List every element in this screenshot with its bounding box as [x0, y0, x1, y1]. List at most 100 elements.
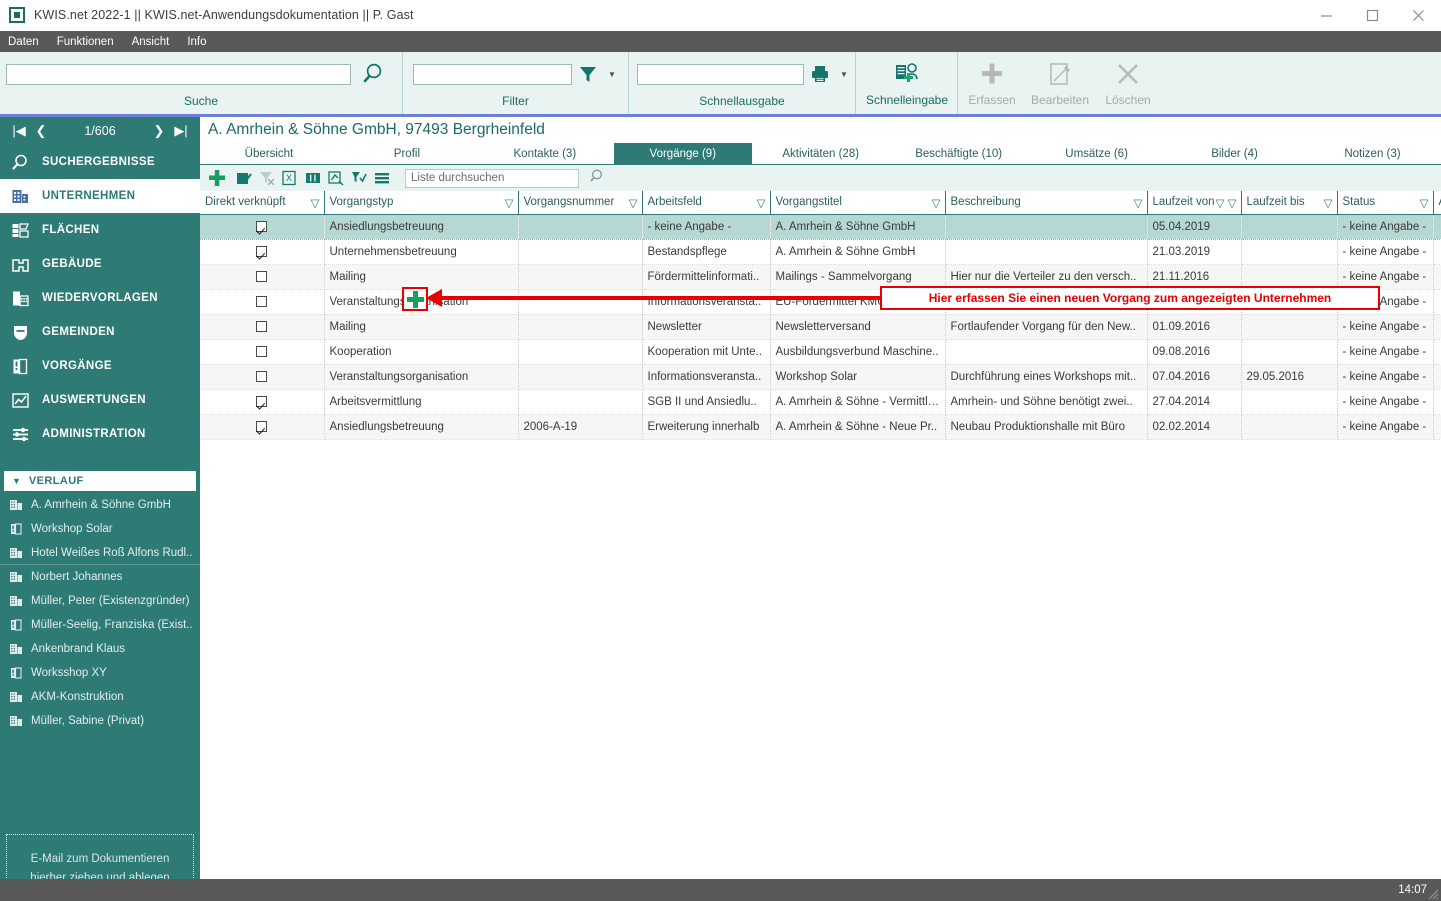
- tab-beschaeftigte[interactable]: Beschäftigte (10): [890, 143, 1028, 164]
- table-row[interactable]: Kooperation Kooperation mit Unte.. Ausbi…: [200, 339, 1441, 365]
- col-direkt-verknuepft[interactable]: Direkt verknüpft ▽: [200, 191, 325, 215]
- erfassen-button[interactable]: Erfassen: [958, 52, 1026, 107]
- list-item[interactable]: Worksshop XY: [0, 661, 200, 685]
- filter-funnel-icon[interactable]: ▽: [629, 196, 638, 210]
- list-item[interactable]: Müller, Sabine (Privat): [0, 709, 200, 733]
- tab-bilder[interactable]: Bilder (4): [1166, 143, 1304, 164]
- row-checkbox[interactable]: [256, 220, 268, 232]
- tab-uebersicht[interactable]: Übersicht: [200, 143, 338, 164]
- next-page-icon[interactable]: ❯: [148, 123, 170, 139]
- resize-grip-icon[interactable]: [1425, 886, 1439, 900]
- clear-filter-icon[interactable]: [257, 169, 276, 188]
- quick-output-input[interactable]: [637, 63, 804, 85]
- tab-notizen[interactable]: Notizen (3): [1304, 143, 1441, 164]
- table-row[interactable]: Arbeitsvermittlung SGB II und Ansiedlu..…: [200, 389, 1441, 415]
- menu-item-info[interactable]: Info: [187, 36, 206, 48]
- menu-item-funktionen[interactable]: Funktionen: [57, 36, 114, 48]
- row-checkbox[interactable]: [256, 395, 268, 407]
- col-overflow[interactable]: A: [1433, 191, 1441, 215]
- list-item[interactable]: Müller, Peter (Existenzgründer): [0, 589, 200, 613]
- export-excel-icon[interactable]: X: [280, 169, 299, 188]
- col-vorgangsnummer[interactable]: Vorgangsnummer ▽: [518, 191, 643, 215]
- filter-funnel-icon[interactable]: ▽: [1228, 196, 1237, 210]
- list-item[interactable]: Workshop Solar: [0, 517, 200, 541]
- table-row[interactable]: Unternehmensbetreuung Bestandspflege A. …: [200, 239, 1441, 265]
- filter-funnel-icon[interactable]: ▽: [1134, 196, 1143, 210]
- col-vorgangstyp[interactable]: Vorgangstyp ▽: [324, 191, 519, 215]
- cell-direkt-verknuepft[interactable]: [200, 389, 325, 415]
- sidebar-item-unternehmen[interactable]: UNTERNEHMEN: [0, 179, 200, 213]
- row-checkbox[interactable]: [256, 345, 268, 357]
- cell-direkt-verknuepft[interactable]: [200, 214, 325, 240]
- loeschen-button[interactable]: Löschen: [1094, 52, 1162, 107]
- sidebar-item-flaechen[interactable]: FLÄCHEN: [0, 213, 200, 247]
- list-view-icon[interactable]: [372, 169, 391, 188]
- row-checkbox[interactable]: [256, 270, 268, 282]
- list-item[interactable]: AKM-Konstruktion: [0, 685, 200, 709]
- columns-icon[interactable]: [303, 169, 322, 188]
- close-icon[interactable]: [1395, 0, 1441, 31]
- sidebar-item-wiedervorlagen[interactable]: WIEDERVORLAGEN: [0, 281, 200, 315]
- sidebar-item-gebaeude[interactable]: GEBÄUDE: [0, 247, 200, 281]
- last-page-icon[interactable]: ▶|: [170, 123, 192, 139]
- sidebar-item-gemeinden[interactable]: GEMEINDEN: [0, 315, 200, 349]
- maximize-icon[interactable]: [1349, 0, 1395, 31]
- row-checkbox[interactable]: [256, 245, 268, 257]
- col-beschreibung[interactable]: Beschreibung ▽: [945, 191, 1148, 215]
- menu-item-daten[interactable]: Daten: [8, 36, 39, 48]
- list-item[interactable]: A. Amrhein & Söhne GmbH: [0, 493, 200, 517]
- list-item[interactable]: Müller-Seelig, Franziska (Exist..: [0, 613, 200, 637]
- magnifier-icon[interactable]: [589, 168, 605, 189]
- cell-direkt-verknuepft[interactable]: [200, 264, 325, 290]
- cell-direkt-verknuepft[interactable]: [200, 289, 325, 315]
- col-laufzeit-von[interactable]: Laufzeit von ▽ ▽: [1147, 191, 1242, 215]
- sidebar-item-vorgaenge[interactable]: VORGÄNGE: [0, 349, 200, 383]
- col-laufzeit-bis[interactable]: Laufzeit bis ▽: [1241, 191, 1338, 215]
- filter-funnel-icon[interactable]: ▽: [1324, 196, 1333, 210]
- search-icon[interactable]: [351, 61, 395, 87]
- search-input[interactable]: [6, 63, 351, 85]
- list-search-input[interactable]: Liste durchsuchen: [405, 168, 579, 188]
- menu-item-ansicht[interactable]: Ansicht: [132, 36, 170, 48]
- bearbeiten-button[interactable]: Bearbeiten: [1026, 52, 1094, 107]
- tab-kontakte[interactable]: Kontakte (3): [476, 143, 614, 164]
- col-vorgangstitel[interactable]: Vorgangstitel ▽: [770, 191, 946, 215]
- print-dropdown-caret-icon[interactable]: ▼: [836, 70, 852, 79]
- tab-umsaetze[interactable]: Umsätze (6): [1028, 143, 1166, 164]
- cell-direkt-verknuepft[interactable]: [200, 314, 325, 340]
- edit-record-icon[interactable]: [234, 169, 253, 188]
- expand-icon[interactable]: [326, 169, 345, 188]
- list-item[interactable]: Norbert Johannes: [0, 565, 200, 589]
- filter-funnel-icon[interactable]: ▽: [757, 196, 766, 210]
- cell-direkt-verknuepft[interactable]: [200, 239, 325, 265]
- table-row[interactable]: Mailing Newsletter Newsletterversand For…: [200, 314, 1441, 340]
- select-all-icon[interactable]: [349, 169, 368, 188]
- col-arbeitsfeld[interactable]: Arbeitsfeld ▽: [642, 191, 771, 215]
- tab-profil[interactable]: Profil: [338, 143, 476, 164]
- col-status[interactable]: Status ▽: [1337, 191, 1434, 215]
- row-checkbox[interactable]: [256, 320, 268, 332]
- cell-direkt-verknuepft[interactable]: [200, 339, 325, 365]
- schnelleingabe-button[interactable]: Schnelleingabe: [856, 52, 958, 107]
- list-item[interactable]: Hotel Weißes Roß Alfons Rudl..: [0, 541, 200, 565]
- sidebar-item-suchergebnisse[interactable]: SUCHERGEBNISSE: [0, 145, 200, 179]
- sidebar-item-administration[interactable]: ADMINISTRATION: [0, 417, 200, 451]
- previous-page-icon[interactable]: ❮: [30, 123, 52, 139]
- tab-aktivitaeten[interactable]: Aktivitäten (28): [752, 143, 890, 164]
- first-page-icon[interactable]: |◀: [8, 123, 30, 139]
- tab-vorgaenge[interactable]: Vorgänge (9): [613, 143, 752, 164]
- cell-direkt-verknuepft[interactable]: [200, 414, 325, 440]
- filter-input[interactable]: [413, 63, 572, 85]
- filter-funnel-icon[interactable]: ▽: [505, 196, 514, 210]
- row-checkbox[interactable]: [256, 370, 268, 382]
- minimize-icon[interactable]: [1303, 0, 1349, 31]
- filter-funnel-icon[interactable]: ▽: [1420, 196, 1429, 210]
- table-row[interactable]: Ansiedlungsbetreuung - keine Angabe - A.…: [200, 214, 1441, 240]
- cell-direkt-verknuepft[interactable]: [200, 364, 325, 390]
- filter-funnel-icon[interactable]: ▽: [932, 196, 941, 210]
- printer-icon[interactable]: [804, 61, 836, 87]
- row-checkbox[interactable]: [256, 295, 268, 307]
- filter-dropdown-caret-icon[interactable]: ▼: [604, 70, 620, 79]
- sidebar-item-auswertungen[interactable]: AUSWERTUNGEN: [0, 383, 200, 417]
- filter-icon[interactable]: [572, 61, 604, 87]
